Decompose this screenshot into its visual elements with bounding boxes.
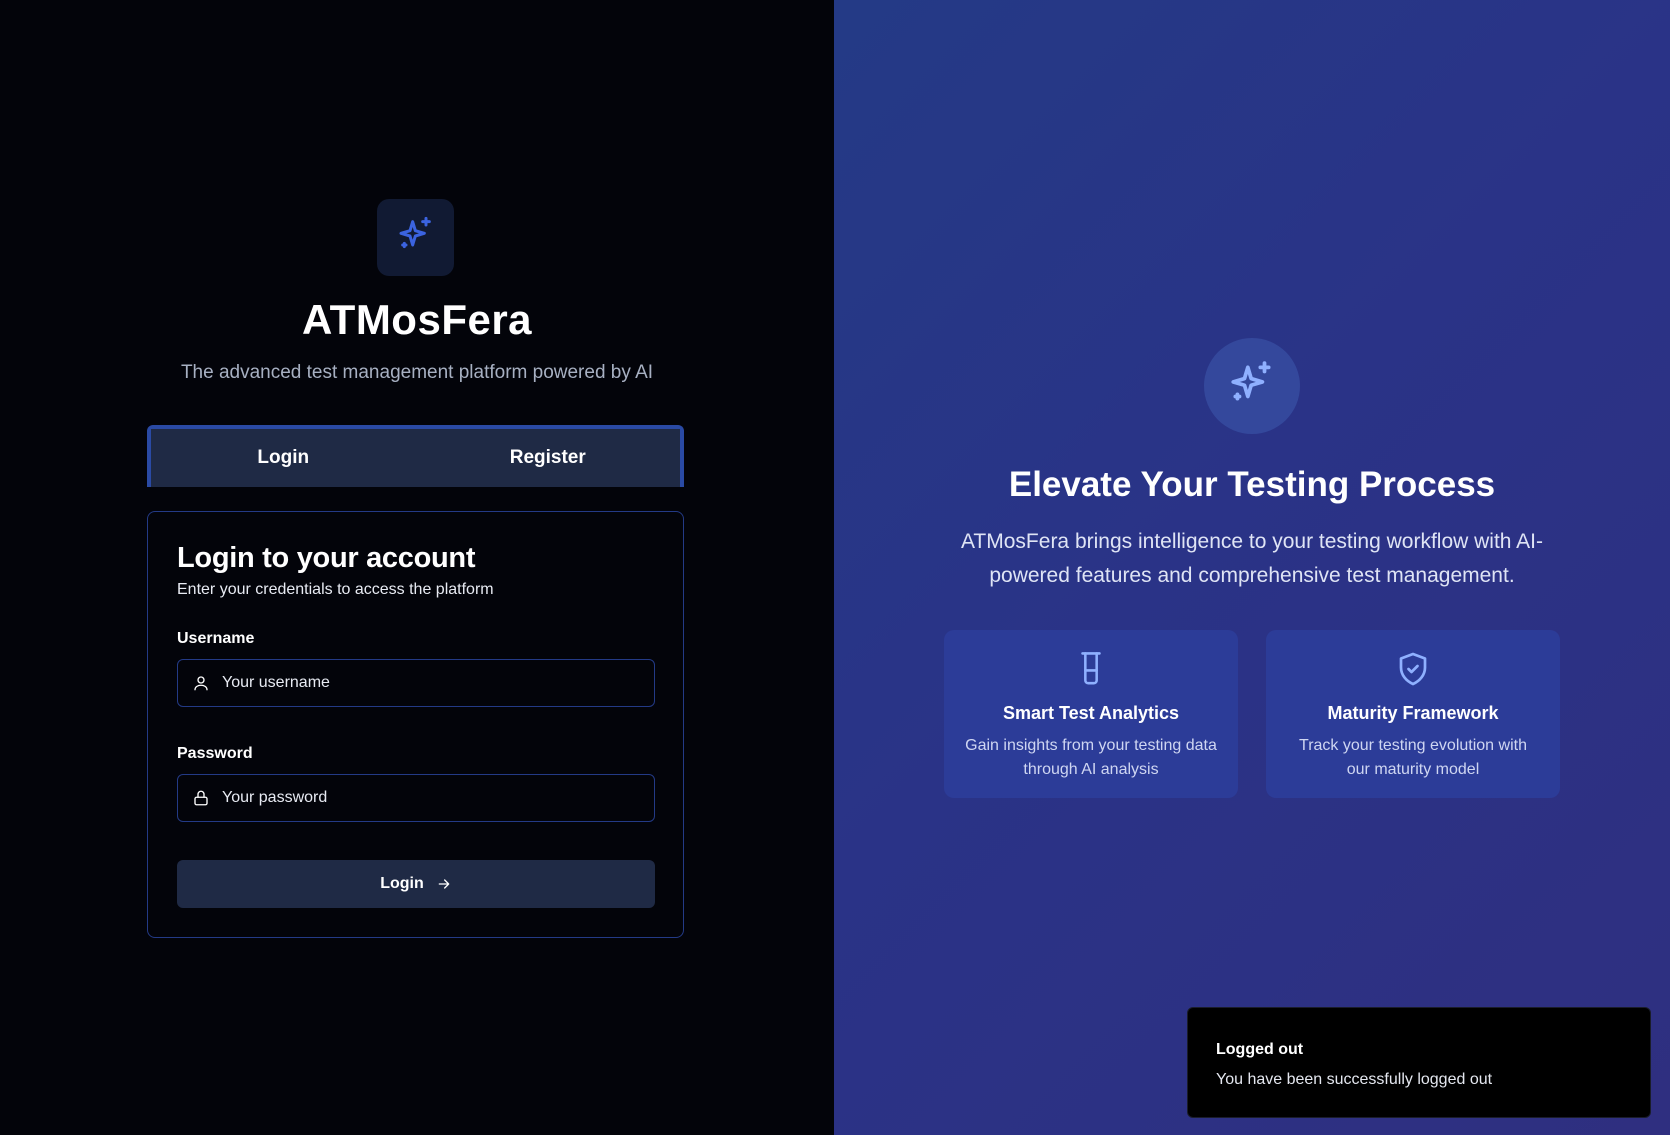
username-label: Username — [177, 630, 255, 647]
auth-tabs: Login Register — [147, 425, 684, 487]
username-field-wrapper — [177, 659, 655, 707]
sparkles-icon — [396, 215, 436, 260]
logout-toast[interactable]: Logged out You have been successfully lo… — [1187, 1007, 1651, 1118]
sparkles-icon — [1227, 359, 1277, 414]
arrow-right-icon — [436, 876, 452, 892]
tab-login[interactable]: Login — [151, 429, 416, 487]
app-logo — [377, 199, 454, 276]
hero-icon-circle — [1204, 338, 1300, 434]
feature-title: Smart Test Analytics — [1002, 703, 1180, 723]
shield-check-icon — [1266, 650, 1560, 688]
promo-panel: Elevate Your Testing Process ATMosFera b… — [834, 0, 1670, 1135]
login-panel: ATMosFera The advanced test management p… — [0, 0, 834, 1135]
password-label: Password — [177, 745, 253, 762]
feature-description: Track your testing evolution with our ma… — [1299, 737, 1527, 778]
card-title: Login to your account — [177, 542, 476, 574]
hero-description: ATMosFera brings intelligence to your te… — [960, 530, 1543, 587]
user-icon — [192, 674, 210, 692]
app-tagline: The advanced test management platform po… — [180, 362, 654, 383]
feature-card-maturity: Maturity Framework Track your testing ev… — [1266, 630, 1560, 798]
username-input[interactable] — [222, 674, 642, 692]
card-description: Enter your credentials to access the pla… — [177, 581, 494, 598]
app-title: ATMosFera — [301, 296, 533, 343]
tab-register[interactable]: Register — [415, 429, 680, 487]
beaker-icon — [944, 650, 1238, 688]
toast-message: You have been successfully logged out — [1216, 1071, 1493, 1088]
lock-icon — [192, 789, 210, 807]
toast-title: Logged out — [1216, 1041, 1304, 1058]
feature-card-analytics: Smart Test Analytics Gain insights from … — [944, 630, 1238, 798]
login-page: ATMosFera The advanced test management p… — [0, 0, 1670, 1135]
feature-title: Maturity Framework — [1327, 703, 1499, 723]
login-card: Login to your account Enter your credent… — [147, 511, 684, 938]
login-button[interactable]: Login — [177, 860, 655, 908]
login-button-label: Login — [380, 875, 424, 892]
password-input[interactable] — [222, 789, 642, 807]
hero-title: Elevate Your Testing Process — [1008, 465, 1496, 504]
password-field-wrapper — [177, 774, 655, 822]
feature-description: Gain insights from your testing data thr… — [965, 737, 1217, 778]
